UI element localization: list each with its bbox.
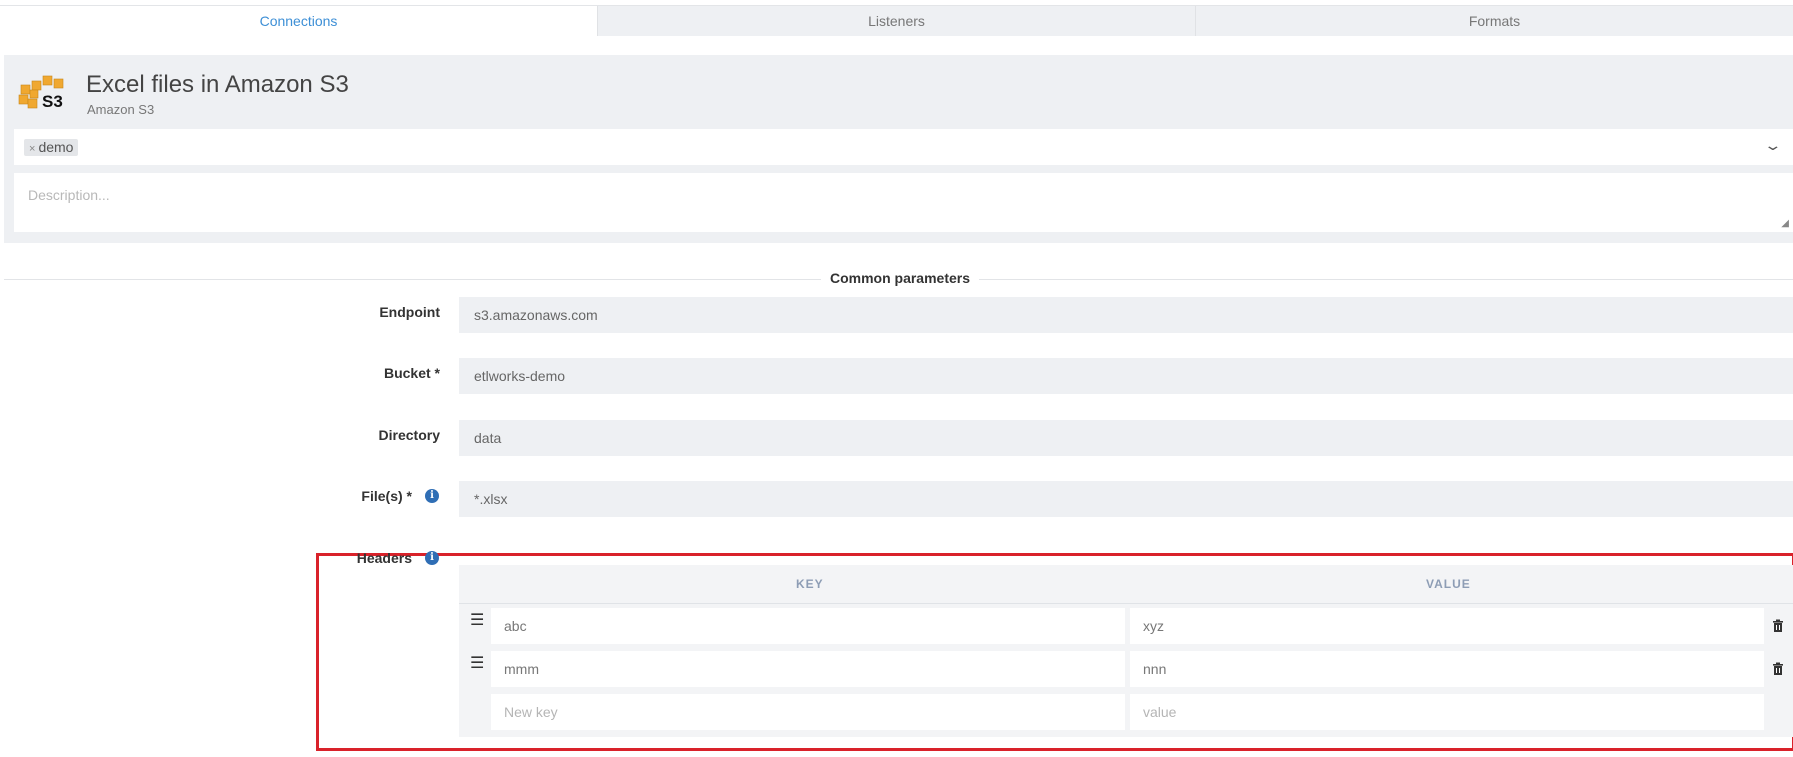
description-placeholder: Description... (28, 187, 110, 203)
endpoint-label: Endpoint (379, 304, 440, 320)
tab-connections[interactable]: Connections (0, 6, 597, 36)
trash-icon[interactable] (1771, 619, 1785, 633)
files-input[interactable]: *.xlsx (459, 481, 1793, 517)
tab-formats[interactable]: Formats (1195, 6, 1793, 36)
tags-input[interactable]: × demo ⌄ (14, 129, 1793, 165)
header-value-input[interactable]: xyz (1130, 608, 1764, 644)
header-key-value: abc (504, 618, 527, 634)
connection-title: Excel files in Amazon S3 (86, 71, 349, 98)
bucket-label: Bucket * (383, 365, 440, 381)
tab-bar: Connections Listeners Formats (0, 5, 1793, 36)
header-value-value: xyz (1143, 618, 1164, 634)
logo-text: S3 (42, 92, 63, 111)
headers-info-icon[interactable]: i (425, 551, 439, 565)
tag-chip: × demo (24, 139, 79, 156)
header-value-input[interactable]: nnn (1130, 651, 1764, 687)
header-key-input[interactable]: mmm (491, 651, 1125, 687)
new-value-placeholder: value (1143, 704, 1177, 720)
header-value-value: nnn (1143, 661, 1167, 677)
files-info-icon[interactable]: i (425, 489, 439, 503)
files-value: *.xlsx (474, 491, 508, 507)
header-key-value: mmm (504, 661, 539, 677)
bucket-value: etlworks-demo (474, 368, 566, 384)
files-label: File(s) * (361, 488, 412, 504)
section-title: Common parameters (820, 270, 980, 286)
trash-icon[interactable] (1771, 662, 1785, 676)
remove-tag-icon[interactable]: × (29, 143, 35, 155)
endpoint-input[interactable]: s3.amazonaws.com (459, 297, 1793, 333)
resize-handle-icon[interactable]: ◢ (1781, 218, 1789, 229)
directory-value: data (474, 430, 502, 446)
column-header-value: VALUE (1426, 577, 1471, 591)
new-key-input[interactable]: New key (491, 694, 1125, 730)
endpoint-value: s3.amazonaws.com (474, 307, 598, 323)
headers-label: Headers (356, 550, 412, 566)
new-value-input[interactable]: value (1130, 694, 1764, 730)
column-header-key: KEY (796, 577, 824, 591)
drag-handle-icon[interactable]: ☰ (470, 610, 484, 630)
bucket-input[interactable]: etlworks-demo (459, 358, 1793, 394)
directory-label: Directory (378, 427, 440, 443)
header-divider (459, 603, 1793, 604)
header-key-input[interactable]: abc (491, 608, 1125, 644)
new-key-placeholder: New key (504, 704, 558, 720)
section-title-wrap: Common parameters (0, 270, 1793, 288)
tag-label: demo (38, 139, 74, 155)
description-textarea[interactable]: Description... ◢ (14, 173, 1793, 232)
connection-card: S3 Excel files in Amazon S3 Amazon S3 × d… (4, 55, 1793, 243)
directory-input[interactable]: data (459, 420, 1793, 456)
connection-type: Amazon S3 (87, 102, 155, 117)
drag-handle-icon[interactable]: ☰ (470, 653, 484, 673)
chevron-down-icon[interactable]: ⌄ (1764, 137, 1783, 154)
tab-listeners[interactable]: Listeners (597, 6, 1195, 36)
amazon-s3-logo-icon: S3 (18, 75, 64, 111)
headers-table: KEY VALUE ☰ abc xyz ☰ mmm nnn New key va… (459, 565, 1793, 737)
